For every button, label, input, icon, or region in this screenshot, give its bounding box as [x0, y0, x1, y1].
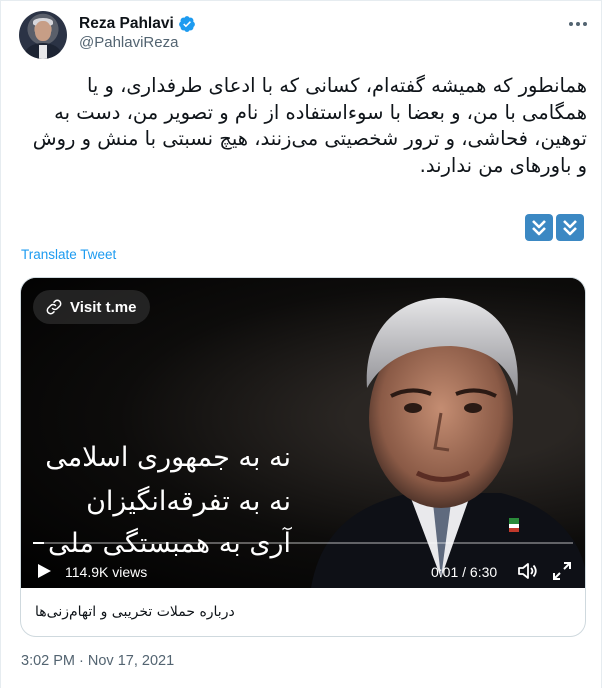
tweet-timestamp[interactable]: 3:02 PM · Nov 17, 2021	[21, 653, 174, 669]
double-down-arrow-icon	[556, 214, 584, 241]
emoji-row	[525, 214, 584, 241]
fullscreen-icon[interactable]	[552, 561, 572, 581]
video-overlay-line: نه به جمهوری اسلامی	[45, 442, 291, 473]
visit-link-label: Visit t.me	[70, 298, 137, 316]
video-progress-bar[interactable]	[33, 542, 573, 544]
volume-icon[interactable]	[517, 561, 539, 581]
video-card[interactable]: Visit t.me نه به جمهوری اسلامی نه به تفر…	[20, 277, 586, 637]
tweet-text: همانطور که همیشه گفته‌ام، کسانی که با اد…	[32, 74, 587, 177]
avatar-face	[35, 21, 51, 41]
video-views: 114.9K views	[65, 564, 148, 580]
author-name-row: Reza Pahlavi	[79, 15, 196, 33]
author-handle[interactable]: @PahlaviReza	[79, 34, 178, 51]
play-icon[interactable]	[35, 562, 53, 580]
video-player[interactable]: Visit t.me نه به جمهوری اسلامی نه به تفر…	[21, 278, 585, 588]
tweet: Reza Pahlavi @PahlaviReza همانطور که همی…	[0, 0, 602, 688]
video-time: 0:01 / 6:30	[431, 564, 498, 580]
more-dot	[569, 22, 573, 26]
video-overlay-line: نه به تفرقه‌انگیزان	[86, 486, 291, 517]
video-progress-fill	[33, 542, 44, 544]
video-card-caption[interactable]: درباره حملات تخریبی و اتهام‌زنی‌ها	[21, 588, 585, 636]
avatar[interactable]	[19, 11, 67, 59]
link-icon	[46, 299, 62, 315]
more-dot	[583, 22, 587, 26]
verified-badge-icon	[178, 16, 195, 32]
author-name[interactable]: Reza Pahlavi	[79, 15, 174, 33]
more-dot	[576, 22, 580, 26]
more-options-icon[interactable]	[563, 13, 593, 35]
visit-link-button[interactable]: Visit t.me	[33, 290, 151, 324]
double-down-arrow-icon	[525, 214, 553, 241]
translate-tweet-link[interactable]: Translate Tweet	[21, 247, 116, 262]
avatar-collar	[39, 45, 47, 59]
